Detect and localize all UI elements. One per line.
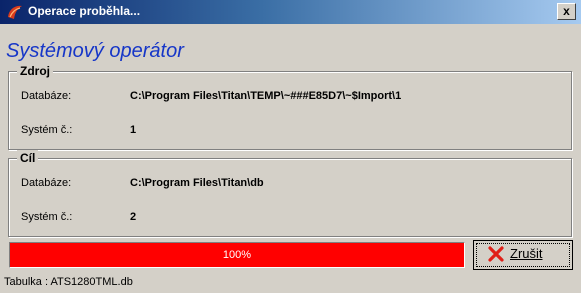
source-system-label: Systém č.: <box>21 124 73 136</box>
target-legend: Cíl <box>17 150 39 166</box>
app-icon <box>8 5 22 19</box>
progress-bar: 100% <box>9 242 465 268</box>
source-database-value: C:\Program Files\Titan\TEMP\~###E85D7\~$… <box>130 90 402 102</box>
status-text: Tabulka : ATS1280TML.db <box>4 276 133 288</box>
target-system-value: 2 <box>130 211 137 223</box>
cancel-button-label: Zrušit <box>510 246 543 261</box>
close-button[interactable]: x <box>557 3 576 20</box>
operator-heading: Systémový operátor <box>6 40 184 62</box>
target-system-label: Systém č.: <box>21 211 73 223</box>
window-title: Operace proběhla... <box>28 4 141 18</box>
dialog-window: Operace proběhla... x Systémový operátor… <box>0 0 581 293</box>
title-bar[interactable]: Operace proběhla... x <box>0 0 581 24</box>
progress-label: 100% <box>222 249 252 261</box>
source-system-value: 1 <box>130 124 137 136</box>
source-legend: Zdroj <box>17 63 53 79</box>
source-database-label: Databáze: <box>21 90 72 102</box>
x-cancel-icon <box>488 246 504 262</box>
source-group: Zdroj Databáze: C:\Program Files\Titan\T… <box>8 63 572 150</box>
target-database-label: Databáze: <box>21 177 72 189</box>
target-database-value: C:\Program Files\Titan\db <box>130 177 264 189</box>
target-group: Cíl Databáze: C:\Program Files\Titan\db … <box>8 150 572 237</box>
close-icon: x <box>563 4 570 18</box>
cancel-button[interactable]: Zrušit <box>473 240 573 270</box>
